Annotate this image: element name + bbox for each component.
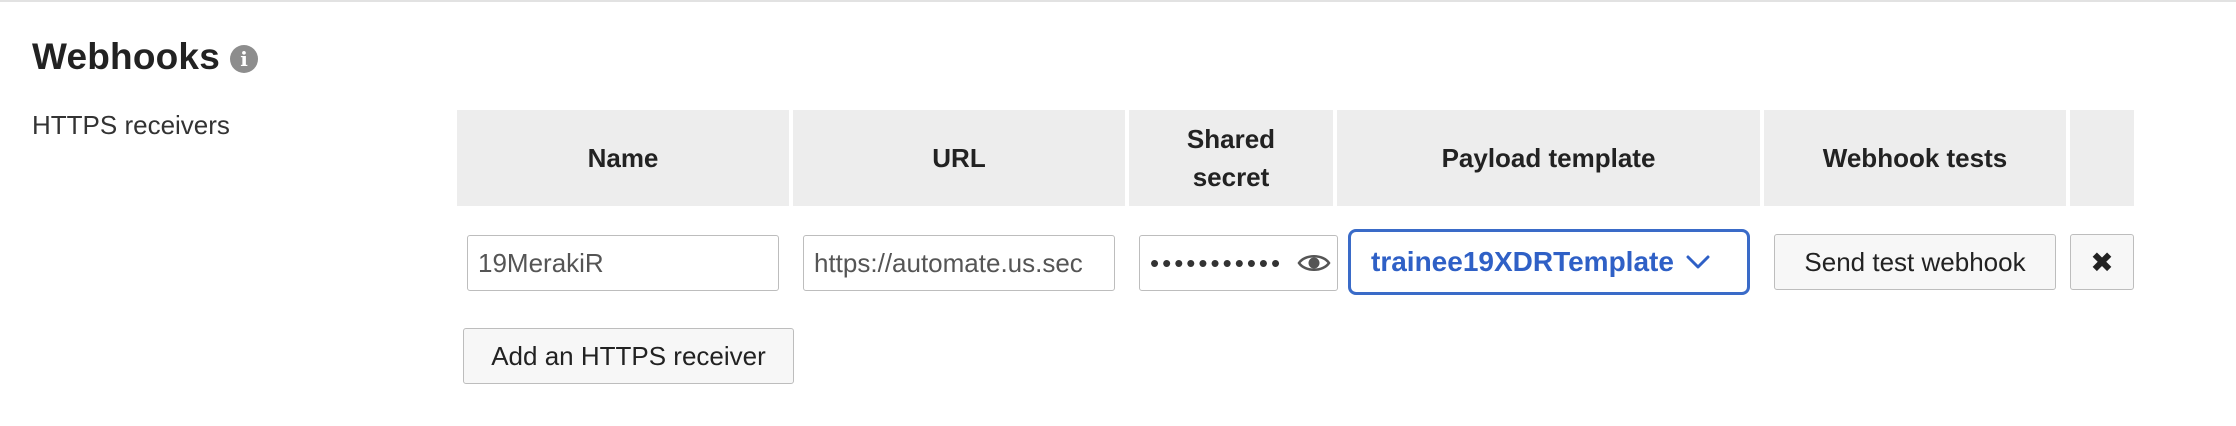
shared-secret-value: ••••••••••• bbox=[1150, 247, 1284, 278]
name-input[interactable]: 19MerakiR bbox=[467, 235, 779, 291]
remove-receiver-button[interactable]: ✖ bbox=[2070, 234, 2134, 290]
chevron-down-icon bbox=[1686, 255, 1710, 269]
header-url: URL bbox=[793, 110, 1125, 206]
header-name: Name bbox=[457, 110, 789, 206]
https-receivers-label: HTTPS receivers bbox=[32, 110, 230, 140]
url-input-value: https://automate.us.sec bbox=[814, 247, 1083, 278]
name-input-value: 19MerakiR bbox=[478, 247, 604, 278]
url-input[interactable]: https://automate.us.sec bbox=[803, 235, 1115, 291]
header-shared-secret: Shared secret bbox=[1129, 110, 1333, 206]
payload-template-select[interactable]: trainee19XDRTemplate bbox=[1348, 229, 1750, 295]
top-divider bbox=[0, 0, 2236, 2]
add-https-receiver-button[interactable]: Add an HTTPS receiver bbox=[463, 328, 794, 384]
shared-secret-input[interactable]: ••••••••••• bbox=[1139, 235, 1338, 291]
info-icon[interactable]: i bbox=[230, 45, 258, 73]
header-actions bbox=[2070, 110, 2134, 206]
send-test-webhook-button[interactable]: Send test webhook bbox=[1774, 234, 2056, 290]
page-title: Webhooks bbox=[32, 36, 220, 77]
eye-icon[interactable] bbox=[1297, 250, 1331, 276]
section-header: Webhooks i bbox=[32, 36, 258, 78]
header-payload-template: Payload template bbox=[1337, 110, 1760, 206]
payload-template-value: trainee19XDRTemplate bbox=[1371, 246, 1674, 277]
close-icon: ✖ bbox=[2090, 246, 2114, 278]
header-webhook-tests: Webhook tests bbox=[1764, 110, 2066, 206]
